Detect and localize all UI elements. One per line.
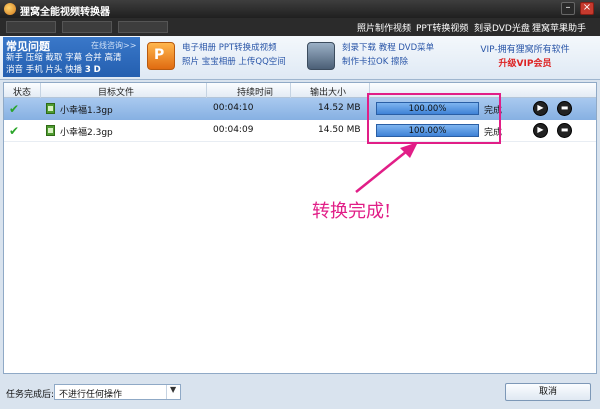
after-task-value: 不进行任何操作 — [59, 390, 123, 400]
after-task-select[interactable]: 不进行任何操作 ▼ — [54, 384, 181, 400]
chevron-down-icon: ▼ — [170, 385, 177, 394]
bottom-bar: 任务完成后: 不进行任何操作 ▼ 取消 — [0, 378, 600, 409]
dropdown-arrow[interactable]: ▼ — [166, 385, 180, 399]
annotation-text: 转换完成! — [312, 201, 392, 222]
annotation-arrow-icon — [355, 142, 418, 193]
cancel-button[interactable]: 取消 — [505, 383, 591, 401]
after-task-label: 任务完成后: — [6, 390, 55, 400]
